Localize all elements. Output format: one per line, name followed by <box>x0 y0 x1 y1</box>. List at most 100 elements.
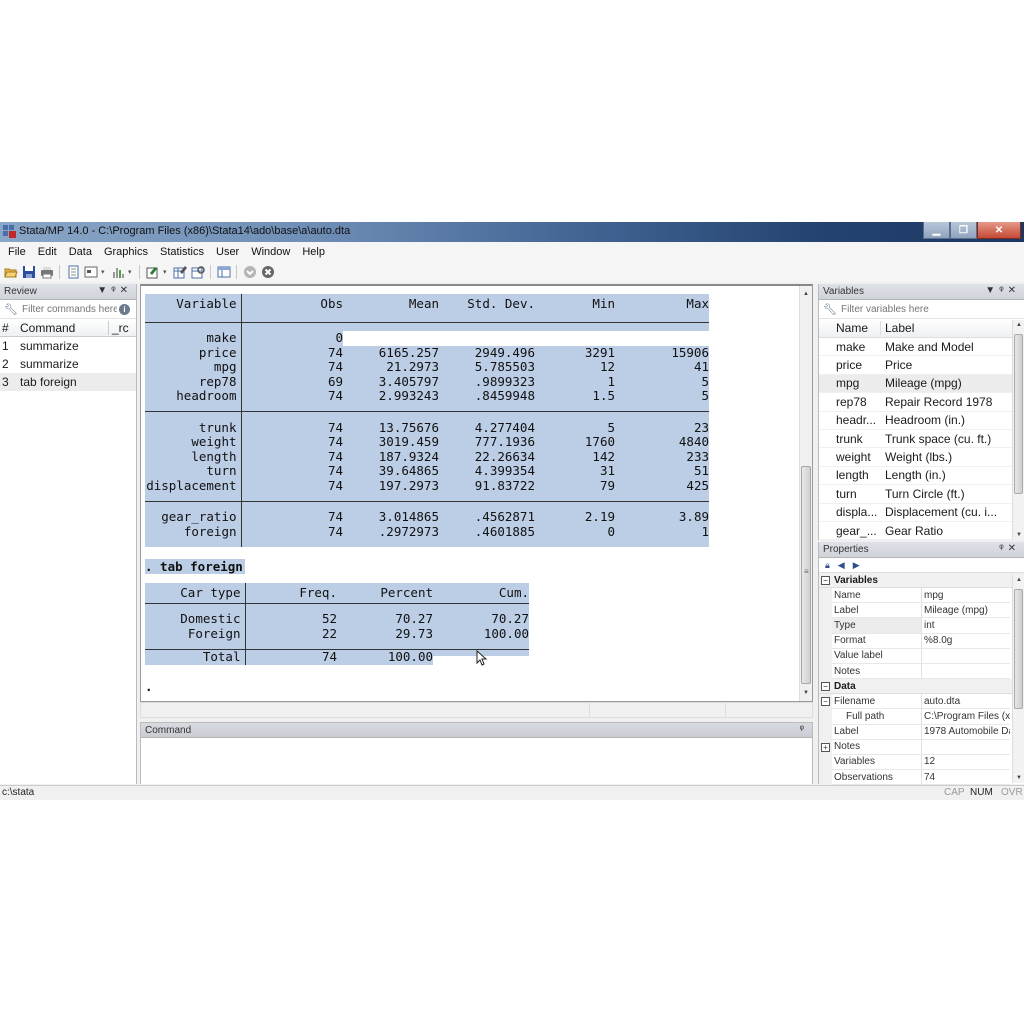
variable-row[interactable]: turn Turn Circle (ft.) <box>819 485 1024 504</box>
wrench-icon[interactable]: 🔧︎ <box>823 303 837 316</box>
minimize-button[interactable]: ▁ <box>923 222 950 239</box>
property-row[interactable]: Value label <box>819 648 1024 664</box>
pin-icon[interactable]: ᵠ <box>111 285 119 296</box>
filter-variables-input[interactable] <box>841 303 1011 315</box>
toolbar-separator <box>236 265 237 279</box>
property-row[interactable]: Name mpg <box>819 588 1024 604</box>
scroll-thumb[interactable]: ≡ <box>801 466 811 684</box>
variables-manager-button[interactable] <box>216 265 231 280</box>
review-row[interactable]: 3 tab foreign <box>0 373 136 391</box>
filter-icon[interactable]: ▼ <box>97 285 111 296</box>
column-command[interactable]: Command <box>16 321 108 335</box>
data-browser-button[interactable] <box>190 265 205 280</box>
property-row[interactable]: Label Mileage (mpg) <box>819 603 1024 619</box>
column-number[interactable]: # <box>0 321 16 335</box>
property-row[interactable]: Full path C:\Program Files (x8 <box>819 709 1024 725</box>
close-button[interactable]: ✕ <box>977 222 1021 239</box>
variable-row[interactable]: mpg Mileage (mpg) <box>819 374 1024 394</box>
variable-row[interactable]: rep78 Repair Record 1978 <box>819 393 1024 412</box>
do-file-dropdown-icon[interactable]: ▾ <box>163 268 169 276</box>
properties-section-data[interactable]: − Data <box>819 679 1024 695</box>
info-icon[interactable]: i <box>119 303 130 315</box>
scroll-down-icon[interactable]: ▼ <box>1013 775 1024 781</box>
scroll-up-icon[interactable]: ▲ <box>1013 577 1024 583</box>
properties-scrollbar[interactable]: ▲ ▼ <box>1012 575 1024 783</box>
property-row[interactable]: − Filename auto.dta <box>819 694 1024 710</box>
menu-bar: File Edit Data Graphics Statistics User … <box>0 242 1024 262</box>
variable-row[interactable]: displa... Displacement (cu. i... <box>819 504 1024 522</box>
column-name[interactable]: Name <box>819 321 881 335</box>
print-button[interactable] <box>39 265 54 280</box>
maximize-button[interactable]: ❐ <box>950 222 977 239</box>
open-button[interactable] <box>3 265 18 280</box>
data-editor-button[interactable] <box>172 265 187 280</box>
variable-name: displa... <box>836 505 878 520</box>
wrench-icon[interactable]: 🔧︎ <box>4 303 18 316</box>
property-row[interactable]: Notes <box>819 663 1024 680</box>
review-row[interactable]: 2 summarize <box>0 355 136 373</box>
log-button[interactable] <box>65 265 80 280</box>
command-input[interactable] <box>141 738 812 784</box>
variables-scrollbar[interactable]: ▲ ▼ <box>1012 320 1024 540</box>
property-row[interactable]: Format %8.0g <box>819 633 1024 649</box>
collapse-icon[interactable]: − <box>821 575 830 585</box>
menu-graphics[interactable]: Graphics <box>98 246 154 258</box>
more-button[interactable] <box>242 265 257 280</box>
property-row[interactable]: + Notes <box>819 739 1024 755</box>
scroll-down-icon[interactable]: ▼ <box>800 687 812 699</box>
save-button[interactable] <box>21 265 36 280</box>
menu-edit[interactable]: Edit <box>32 246 63 258</box>
pin-icon[interactable]: ᵠ <box>999 285 1007 296</box>
property-row[interactable]: Type int <box>819 618 1024 634</box>
scroll-thumb[interactable] <box>1014 334 1023 494</box>
close-panel-icon[interactable]: ✕ <box>1008 543 1020 554</box>
scroll-up-icon[interactable]: ▲ <box>1013 322 1024 328</box>
property-row[interactable]: Label 1978 Automobile Da <box>819 724 1024 740</box>
collapse-icon[interactable]: − <box>821 697 830 707</box>
scroll-down-icon[interactable]: ▼ <box>1013 532 1024 538</box>
do-file-editor-button[interactable] <box>145 265 160 280</box>
variable-row[interactable]: price Price <box>819 356 1024 375</box>
forward-arrow-icon[interactable]: ▶ <box>853 560 860 571</box>
menu-data[interactable]: Data <box>63 246 98 258</box>
viewer-dropdown-icon[interactable]: ▾ <box>101 268 107 276</box>
menu-window[interactable]: Window <box>245 246 296 258</box>
back-arrow-icon[interactable]: ◀ <box>838 560 845 571</box>
menu-user[interactable]: User <box>210 246 245 258</box>
results-scrollbar[interactable]: ▲ ≡ ▼ <box>799 286 812 701</box>
scroll-up-icon[interactable]: ▲ <box>800 288 812 300</box>
menu-statistics[interactable]: Statistics <box>154 246 210 258</box>
tab-cell: 100.00 <box>337 649 433 665</box>
properties-section-variables[interactable]: − Variables <box>819 573 1024 588</box>
filter-commands-input[interactable] <box>22 303 117 315</box>
scroll-thumb[interactable] <box>1014 589 1023 709</box>
expand-icon[interactable]: + <box>821 742 830 752</box>
graph-dropdown-icon[interactable]: ▾ <box>128 268 134 276</box>
close-panel-icon[interactable]: ✕ <box>1008 285 1020 296</box>
lock-icon[interactable]: 🔒︎ <box>825 560 830 571</box>
property-row[interactable]: Variables 12 <box>819 754 1024 771</box>
results-window[interactable]: Variable Obs Mean Std. Dev. Min Max make… <box>140 284 813 702</box>
variable-label: Repair Record 1978 <box>885 394 993 409</box>
variable-row[interactable]: headr... Headroom (in.) <box>819 412 1024 430</box>
variable-row[interactable]: weight Weight (lbs.) <box>819 448 1024 467</box>
pin-icon[interactable]: ᵠ <box>800 724 808 735</box>
collapse-icon[interactable]: − <box>821 681 830 691</box>
menu-help[interactable]: Help <box>296 246 331 258</box>
column-rc[interactable]: _rc <box>108 320 136 335</box>
viewer-button[interactable] <box>83 265 98 280</box>
filter-icon[interactable]: ▼ <box>985 285 999 296</box>
variable-name: gear_... <box>836 523 877 538</box>
graph-button[interactable] <box>110 265 125 280</box>
variable-row[interactable]: trunk Trunk space (cu. ft.) <box>819 430 1024 449</box>
property-row[interactable]: Observations 74 <box>819 770 1024 786</box>
break-button[interactable] <box>260 265 275 280</box>
variable-row[interactable]: gear_... Gear Ratio <box>819 522 1024 541</box>
menu-file[interactable]: File <box>2 246 32 258</box>
variable-row[interactable]: length Length (in.) <box>819 467 1024 486</box>
column-label[interactable]: Label <box>881 321 914 335</box>
review-row[interactable]: 1 summarize <box>0 337 136 355</box>
close-panel-icon[interactable]: ✕ <box>120 285 132 296</box>
variable-row[interactable]: make Make and Model <box>819 338 1024 357</box>
pin-icon[interactable]: ᵠ <box>999 543 1007 554</box>
